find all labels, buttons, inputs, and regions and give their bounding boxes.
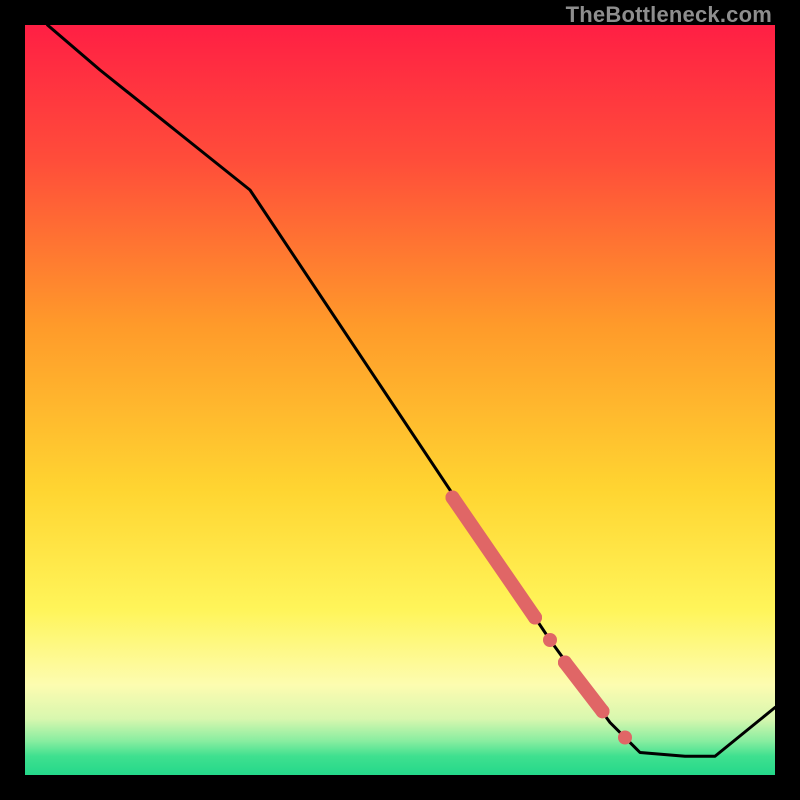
- series-end-highlight-band-1: [528, 611, 542, 625]
- watermark-text: TheBottleneck.com: [566, 2, 772, 28]
- chart-frame: [25, 25, 775, 775]
- chart-background: [25, 25, 775, 775]
- series-point-highlight-dot-2: [618, 731, 632, 745]
- series-end-highlight-band-1: [446, 491, 460, 505]
- series-end-highlight-band-2: [558, 656, 572, 670]
- chart-svg: [25, 25, 775, 775]
- series-end-highlight-band-2: [596, 704, 610, 718]
- series-point-highlight-dot-1: [543, 633, 557, 647]
